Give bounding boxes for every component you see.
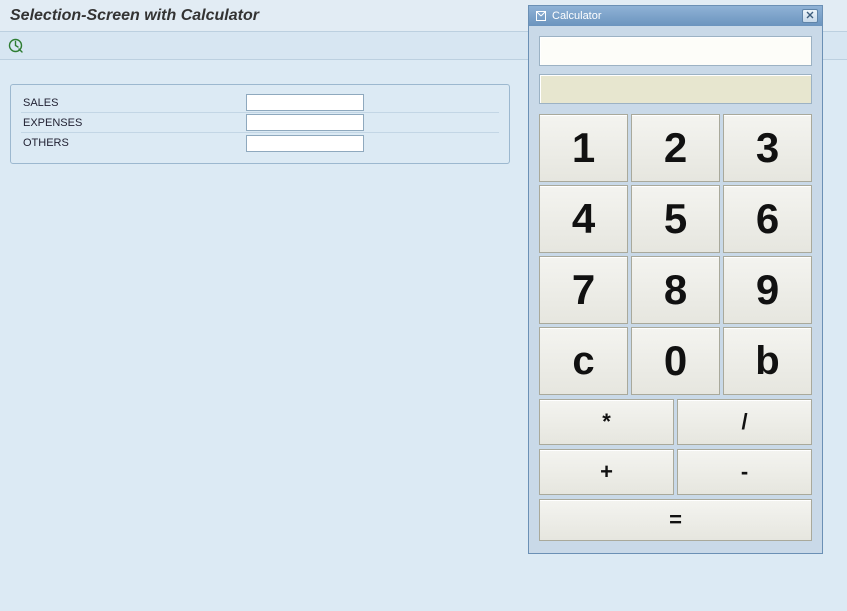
key-1[interactable]: 1 <box>539 114 628 182</box>
key-multiply[interactable]: * <box>539 399 674 445</box>
key-4[interactable]: 4 <box>539 185 628 253</box>
page-title: Selection-Screen with Calculator <box>10 7 259 25</box>
key-9[interactable]: 9 <box>723 256 812 324</box>
key-equals[interactable]: = <box>539 499 812 541</box>
calculator-equals-row: = <box>539 499 812 541</box>
key-6[interactable]: 6 <box>723 185 812 253</box>
form-row-sales: SALES <box>21 93 499 113</box>
key-2[interactable]: 2 <box>631 114 720 182</box>
calculator-display-primary <box>539 36 812 66</box>
calculator-dialog: Calculator 1 2 3 4 5 6 7 8 9 c 0 b * / <box>528 5 823 554</box>
key-7[interactable]: 7 <box>539 256 628 324</box>
close-icon <box>806 11 814 22</box>
input-others[interactable] <box>246 135 364 152</box>
key-8[interactable]: 8 <box>631 256 720 324</box>
dialog-icon <box>535 10 547 22</box>
calculator-keypad: 1 2 3 4 5 6 7 8 9 c 0 b <box>539 114 812 395</box>
calculator-body: 1 2 3 4 5 6 7 8 9 c 0 b * / + - = <box>529 26 822 553</box>
calculator-title-left: Calculator <box>535 10 602 22</box>
key-back[interactable]: b <box>723 327 812 395</box>
key-plus[interactable]: + <box>539 449 674 495</box>
key-minus[interactable]: - <box>677 449 812 495</box>
calculator-display-secondary <box>539 74 812 104</box>
form-row-expenses: EXPENSES <box>21 113 499 133</box>
close-button[interactable] <box>802 9 818 23</box>
input-sales[interactable] <box>246 94 364 111</box>
calculator-titlebar[interactable]: Calculator <box>529 6 822 26</box>
label-expenses: EXPENSES <box>21 117 246 129</box>
calculator-ops-row-2: + - <box>539 449 812 495</box>
key-5[interactable]: 5 <box>631 185 720 253</box>
input-expenses[interactable] <box>246 114 364 131</box>
key-0[interactable]: 0 <box>631 327 720 395</box>
execute-icon[interactable] <box>8 38 23 53</box>
form-panel: SALES EXPENSES OTHERS <box>10 84 510 164</box>
key-clear[interactable]: c <box>539 327 628 395</box>
calculator-ops-row-1: * / <box>539 399 812 445</box>
key-3[interactable]: 3 <box>723 114 812 182</box>
key-divide[interactable]: / <box>677 399 812 445</box>
label-others: OTHERS <box>21 137 246 149</box>
label-sales: SALES <box>21 97 246 109</box>
form-row-others: OTHERS <box>21 133 499 153</box>
calculator-title: Calculator <box>552 10 602 22</box>
